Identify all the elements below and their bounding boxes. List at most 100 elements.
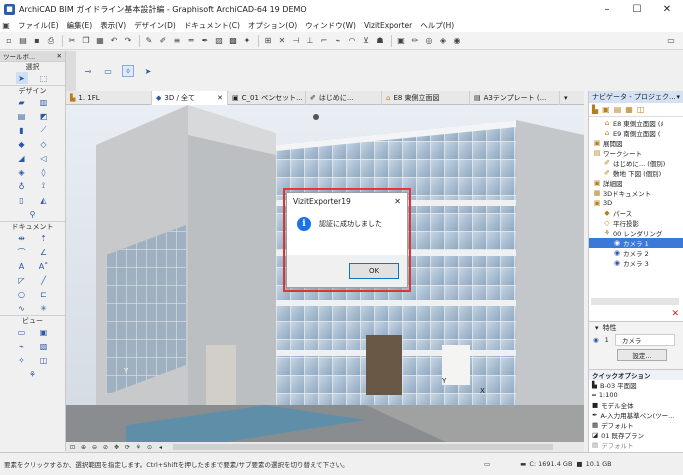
tab-3d-all[interactable]: ◆ 3D / 全て ✕ [152, 90, 228, 105]
orbit-icon[interactable]: ⟳ [123, 443, 132, 451]
view-map-icon[interactable]: ▣ [602, 105, 610, 114]
new-file-icon[interactable]: ▫ [3, 35, 15, 47]
stair-tool-icon[interactable]: ▮ [16, 124, 28, 136]
hotspot-tool-icon[interactable]: ✳ [38, 302, 50, 314]
chevron-down-icon[interactable]: ▾ [676, 93, 680, 101]
navigation-icon[interactable]: ⊙ [145, 443, 154, 451]
tree-item-elevation[interactable]: ⌂ E8 東側立面図 (ﾒ [589, 118, 683, 128]
publisher-icon[interactable]: ◎ [423, 35, 435, 47]
inject-icon[interactable]: ✐ [157, 35, 169, 47]
palette-icon[interactable]: ◈ [437, 35, 449, 47]
object-tool-icon[interactable]: ◁ [38, 152, 50, 164]
change-tool-icon[interactable]: ◫ [38, 354, 50, 366]
trim-icon[interactable]: ✕ [276, 35, 288, 47]
line-tool-icon[interactable]: ╱ [38, 274, 50, 286]
cut-icon[interactable]: ✂ [66, 35, 78, 47]
tree-item-elevation[interactable]: ⌂ E9 南側立面図 ( [589, 128, 683, 138]
tab-overflow-menu[interactable]: ▾ [560, 91, 584, 105]
tree-item-perspective[interactable]: ◆ パース [589, 208, 683, 218]
close-window-button[interactable]: ✕ [652, 0, 682, 18]
radial-dim-tool-icon[interactable]: ⌒ [16, 246, 28, 258]
layer-icon[interactable]: ≡ [171, 35, 183, 47]
undo-icon[interactable]: ↶ [108, 35, 120, 47]
menu-vizitexporter[interactable]: VizitExporter [360, 21, 416, 30]
text-tool-icon[interactable]: A [16, 260, 28, 272]
tree-item-camera-1[interactable]: ◉ カメラ 1 [589, 238, 683, 248]
dialog-close-button[interactable]: ✕ [394, 197, 401, 206]
fill-icon[interactable]: ▨ [213, 35, 225, 47]
menu-window[interactable]: ウィンドウ(W) [301, 20, 360, 31]
quick-option-layer[interactable]: ■ モデル全体 [589, 400, 683, 410]
wall-tool-icon[interactable]: ▰ [16, 96, 28, 108]
dimension-tool-icon[interactable]: ⇹ [16, 232, 28, 244]
slab-tool-icon[interactable]: ◩ [38, 110, 50, 122]
ok-button[interactable]: OK [349, 263, 399, 279]
interior-elev-tool-icon[interactable]: ⌁ [16, 340, 28, 352]
paste-icon[interactable]: ▦ [94, 35, 106, 47]
pan-icon[interactable]: ✥ [112, 443, 121, 451]
close-tab-icon[interactable]: ✕ [217, 94, 223, 102]
align-icon[interactable]: ⊣ [290, 35, 302, 47]
organizer-icon[interactable]: ◫ [637, 105, 645, 114]
line-type-icon[interactable]: ═ [185, 35, 197, 47]
tree-item-worksheet[interactable]: ✐ はじめに... (個別) [589, 158, 683, 168]
measure-icon[interactable]: ⌐ [318, 35, 330, 47]
shell-tool-icon[interactable]: ◇ [38, 138, 50, 150]
layout-book-icon[interactable]: ▤ [614, 105, 622, 114]
tree-folder-interior[interactable]: ▣ 展開図 [589, 138, 683, 148]
project-map-icon[interactable]: ▙ [592, 105, 598, 114]
skylight-tool-icon[interactable]: ⚲ [27, 208, 39, 220]
quick-option-scale[interactable]: ═ 1:100 [589, 390, 683, 400]
save-icon[interactable]: ▪ [31, 35, 43, 47]
beam-tool-icon[interactable]: ▤ [16, 110, 28, 122]
window-tool-icon[interactable]: ◭ [38, 194, 50, 206]
open-file-icon[interactable]: ▤ [17, 35, 29, 47]
property-name-field[interactable]: カメラ [614, 334, 675, 346]
chevron-down-icon[interactable]: ▾ [595, 324, 599, 332]
quick-option-pen-set[interactable]: ✒ A-入力用基準ペン(ツー... [589, 410, 683, 420]
tree-item-camera-2[interactable]: ◉ カメラ 2 [589, 248, 683, 258]
quick-option-override[interactable]: ▦ デフォルト [589, 420, 683, 430]
tab-pen-set[interactable]: ▣ C_01 ペンセット... [228, 90, 306, 105]
pencil-icon[interactable]: ✏ [409, 35, 421, 47]
rectangle-selection-icon[interactable]: ▭ [102, 65, 114, 77]
menu-view[interactable]: 表示(V) [96, 20, 130, 31]
quick-option-view[interactable]: ▙ B-03 平面図 [589, 380, 683, 390]
door-tool-icon[interactable]: ▯ [16, 194, 28, 206]
arrow-selection-icon[interactable]: ➤ [142, 65, 154, 77]
morph-tool-icon[interactable]: ◢ [16, 152, 28, 164]
arrow-tool-icon[interactable]: ➤ [15, 72, 28, 84]
tree-folder-details[interactable]: ▣ 詳細図 [589, 178, 683, 188]
tab-1fl[interactable]: ▙ 1. 1FL [66, 90, 152, 105]
tree-folder-rendering[interactable]: ⚘ 00 レンダリング [589, 228, 683, 238]
railing-tool-icon[interactable]: ⟋ [38, 124, 50, 136]
camera-tool-icon[interactable]: ⚘ [27, 368, 39, 380]
delete-icon[interactable]: ✕ [671, 309, 679, 319]
zoom-out-icon[interactable]: ⊖ [90, 443, 99, 451]
tab-east-elevation[interactable]: ⌂ E8 東側立面図 [382, 90, 470, 105]
mesh-tool-icon[interactable]: ◊ [38, 166, 50, 178]
magic-wand-icon[interactable]: ⌁ [332, 35, 344, 47]
menu-edit[interactable]: 編集(E) [63, 20, 97, 31]
zoom-in-icon[interactable]: ⊕ [79, 443, 88, 451]
section-tool-icon[interactable]: ▭ [16, 326, 28, 338]
circle-tool-icon[interactable]: ○ [16, 288, 28, 300]
pen-icon[interactable]: ✒ [199, 35, 211, 47]
distribute-icon[interactable]: ⊥ [304, 35, 316, 47]
maximize-button[interactable]: ☐ [622, 0, 652, 18]
teamwork-icon[interactable]: ◉ [451, 35, 463, 47]
rotated-selection-icon[interactable]: ⬨ [122, 65, 134, 77]
scroll-left-icon[interactable]: ◂ [156, 443, 165, 451]
zone-tool-icon[interactable]: ◈ [16, 166, 28, 178]
tab-introduction[interactable]: ✐ はじめに... [306, 90, 382, 105]
material-icon[interactable]: ▩ [227, 35, 239, 47]
settings-button[interactable]: 設定... [617, 349, 667, 361]
publisher-sets-icon[interactable]: ▦ [625, 105, 633, 114]
info-box-handle[interactable] [66, 51, 76, 91]
zoom-previous-icon[interactable]: ⊘ [101, 443, 110, 451]
navigator-scrollbar[interactable] [591, 298, 679, 305]
print-icon[interactable]: ⎙ [45, 35, 57, 47]
menu-file[interactable]: ファイル(E) [14, 20, 63, 31]
pick-up-icon[interactable]: ✎ [143, 35, 155, 47]
detail-tool-icon[interactable]: ✧ [16, 354, 28, 366]
